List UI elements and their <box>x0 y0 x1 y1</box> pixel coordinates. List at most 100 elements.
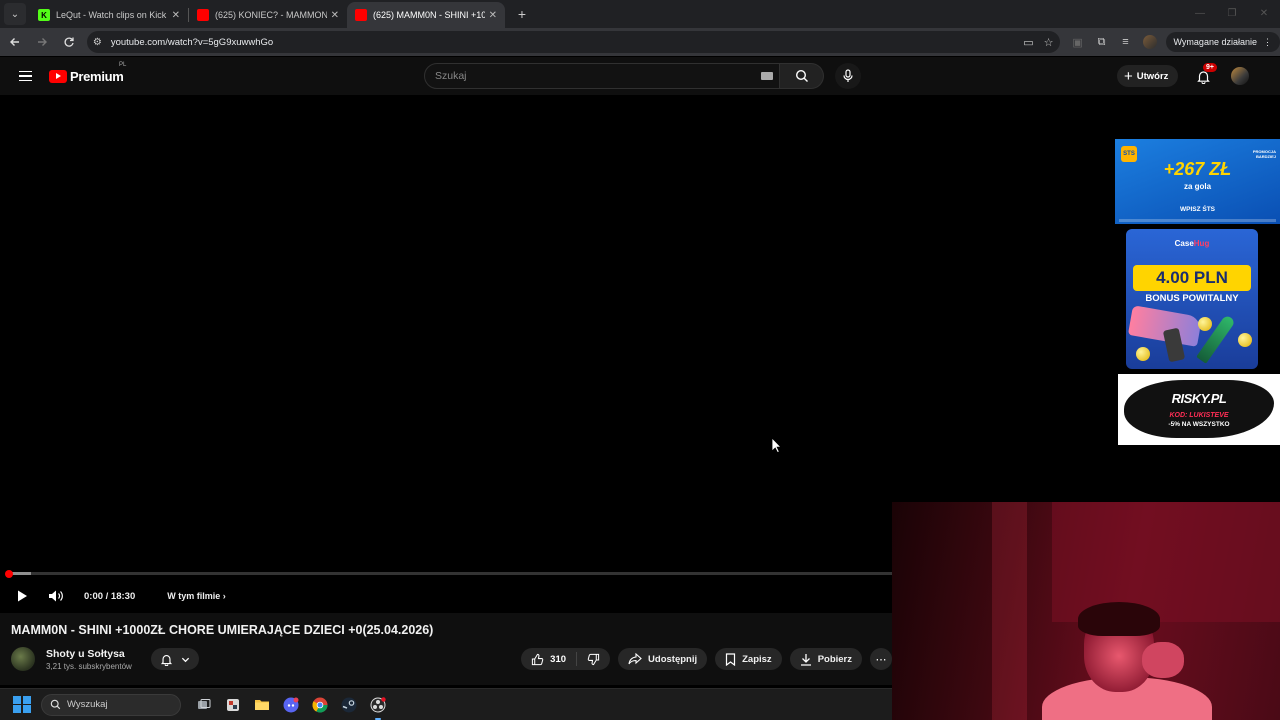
new-tab-button[interactable]: + <box>511 3 533 25</box>
tab-search-button[interactable]: ⌄ <box>4 3 26 25</box>
kick-favicon-icon: K <box>38 9 50 21</box>
windows-start-icon[interactable] <box>11 694 33 716</box>
youtube-favicon-icon <box>355 9 367 21</box>
save-label: Zapisz <box>742 653 772 665</box>
sts-code: WPISZ ŚTS <box>1179 206 1216 213</box>
screen: ⌄ K LeQut - Watch clips on Kick ✕ (625) … <box>0 0 1280 720</box>
thumbs-up-icon <box>532 653 544 665</box>
hamburger-menu-icon[interactable] <box>7 58 43 94</box>
plus-icon: + <box>1124 67 1133 85</box>
kebab-menu-icon: ⋮ <box>1262 36 1272 47</box>
reload-button[interactable] <box>57 30 81 54</box>
download-button[interactable]: Pobierz <box>789 648 862 670</box>
media-control-icon[interactable]: ≡ <box>1114 31 1138 53</box>
tab-kick[interactable]: K LeQut - Watch clips on Kick ✕ <box>30 2 188 28</box>
task-view-icon[interactable] <box>193 694 215 716</box>
action-needed-button[interactable]: Wymagane działanie ⋮ <box>1165 32 1280 52</box>
close-tab-icon[interactable]: ✕ <box>331 10 339 21</box>
download-icon <box>800 653 811 666</box>
tab-youtube-koniec[interactable]: (625) KONIEC? - MAMMON OB ✕ <box>189 2 347 28</box>
coin-icon <box>1198 317 1212 331</box>
chevron-right-icon: › <box>222 591 226 601</box>
maximize-icon[interactable]: ❐ <box>1216 0 1248 26</box>
youtube-premium-logo[interactable]: Premium PL <box>49 62 126 84</box>
extensions-puzzle-icon[interactable]: ⧉ <box>1090 31 1114 53</box>
profile-avatar <box>1142 35 1157 49</box>
channel-avatar[interactable] <box>11 647 35 671</box>
download-label: Pobierz <box>817 653 852 665</box>
close-tab-icon[interactable]: ✕ <box>172 10 180 21</box>
subscription-bell-button[interactable] <box>151 648 199 670</box>
coin-icon <box>1238 333 1252 347</box>
subscriber-count: 3,21 tys. subskrybentów <box>46 662 132 671</box>
minimize-icon[interactable]: — <box>1184 0 1216 26</box>
risky-code: KOD: LUKISTEVE <box>1169 412 1229 419</box>
obs-icon[interactable] <box>367 694 389 720</box>
extension-icon[interactable]: ▣ <box>1066 31 1090 53</box>
thumbs-down-icon <box>587 653 600 665</box>
voice-search-button[interactable] <box>835 63 861 89</box>
mute-button[interactable] <box>42 582 70 610</box>
ad-casehug-banner[interactable]: CaseHug 4.00 PLN BONUS POWITALNY <box>1126 229 1258 369</box>
casehug-logo: CaseHug <box>1126 239 1258 248</box>
save-button[interactable]: Zapisz <box>715 648 782 670</box>
notifications-button[interactable]: 9+ <box>1193 63 1217 86</box>
search-icon <box>795 69 808 82</box>
progress-bar[interactable] <box>5 569 892 578</box>
dislike-button[interactable] <box>577 653 610 666</box>
discord-icon[interactable] <box>280 694 302 716</box>
profile-button[interactable] <box>1138 31 1162 53</box>
search-input[interactable]: Szukaj <box>424 63 780 89</box>
share-icon <box>628 653 642 665</box>
install-app-icon[interactable]: ▭ <box>1023 36 1033 49</box>
coin-icon <box>1136 347 1150 361</box>
risky-logo: RISKY.PL <box>1171 391 1227 406</box>
steam-icon[interactable] <box>338 694 360 716</box>
like-button[interactable]: 310 <box>521 652 578 666</box>
browser-toolbar: ⚙ youtube.com/watch?v=5gG9xuwwhGo ▭ ☆ ▣ … <box>0 28 1280 56</box>
forward-button[interactable] <box>30 30 54 54</box>
address-bar[interactable]: ⚙ youtube.com/watch?v=5gG9xuwwhGo ▭ ☆ <box>86 31 1060 53</box>
close-window-icon[interactable]: ✕ <box>1248 0 1280 26</box>
ad-risky-banner[interactable]: RISKY.PL KOD: LUKISTEVE -5% NA WSZYSTKO <box>1118 374 1280 445</box>
taskbar-search-placeholder: Wyszukaj <box>67 699 108 710</box>
video-player[interactable]: 0:00 / 18:30 W tym filmie › <box>0 95 892 613</box>
close-tab-icon[interactable]: ✕ <box>489 10 497 21</box>
create-label: Utwórz <box>1136 70 1169 82</box>
tab-youtube-mammon[interactable]: (625) MAMM0N - SHINI +1000 ✕ <box>347 2 505 28</box>
keyboard-icon[interactable] <box>761 72 773 80</box>
play-button[interactable] <box>8 582 36 610</box>
forward-arrow-icon <box>37 38 47 46</box>
file-explorer-icon[interactable] <box>251 694 273 716</box>
youtube-play-logo-icon <box>49 69 67 83</box>
taskbar-search-input[interactable]: Wyszukaj <box>41 693 181 716</box>
windows-taskbar: Wyszukaj <box>0 688 892 720</box>
ad-sts-banner[interactable]: STS PROMOCJA BARDZIEJ +267 ZŁ za gola WP… <box>1115 139 1280 224</box>
share-button[interactable]: Udostępnij <box>618 648 708 670</box>
youtube-header: Premium PL Szukaj + Utwórz 9+ <box>0 57 1280 95</box>
app-icon[interactable] <box>222 694 244 716</box>
bookmark-star-icon[interactable]: ☆ <box>1044 36 1054 49</box>
chapters-button[interactable]: W tym filmie › <box>167 591 226 601</box>
window-controls: — ❐ ✕ <box>1184 0 1280 26</box>
chrome-icon[interactable] <box>309 694 331 716</box>
webcam-person <box>1078 602 1160 636</box>
video-actions: 310 Udostępnij Zapisz Pobierz ⋯ <box>521 648 892 670</box>
back-button[interactable] <box>3 30 27 54</box>
video-info: MAMM0N - SHINI +1000ZŁ CHORE UMIERAJĄCE … <box>0 613 892 685</box>
chapter-label: W tym filmie <box>167 591 221 601</box>
site-info-icon[interactable]: ⚙ <box>93 37 107 48</box>
casehug-amount: 4.00 PLN <box>1133 265 1251 291</box>
volume-icon <box>49 590 63 602</box>
url-text: youtube.com/watch?v=5gG9xuwwhGo <box>110 36 274 48</box>
scrubber-handle[interactable] <box>5 569 13 578</box>
search-button[interactable] <box>780 63 824 89</box>
create-button[interactable]: + Utwórz <box>1117 65 1179 87</box>
channel-name[interactable]: Shoty u Sołtysa <box>46 648 125 660</box>
country-code: PL <box>119 61 127 68</box>
tab-title: LeQut - Watch clips on Kick <box>56 10 167 20</box>
account-avatar[interactable] <box>1231 67 1249 85</box>
more-actions-icon[interactable]: ⋯ <box>870 648 892 670</box>
logo-text: Premium <box>70 68 124 84</box>
webcam-background <box>992 502 1027 720</box>
